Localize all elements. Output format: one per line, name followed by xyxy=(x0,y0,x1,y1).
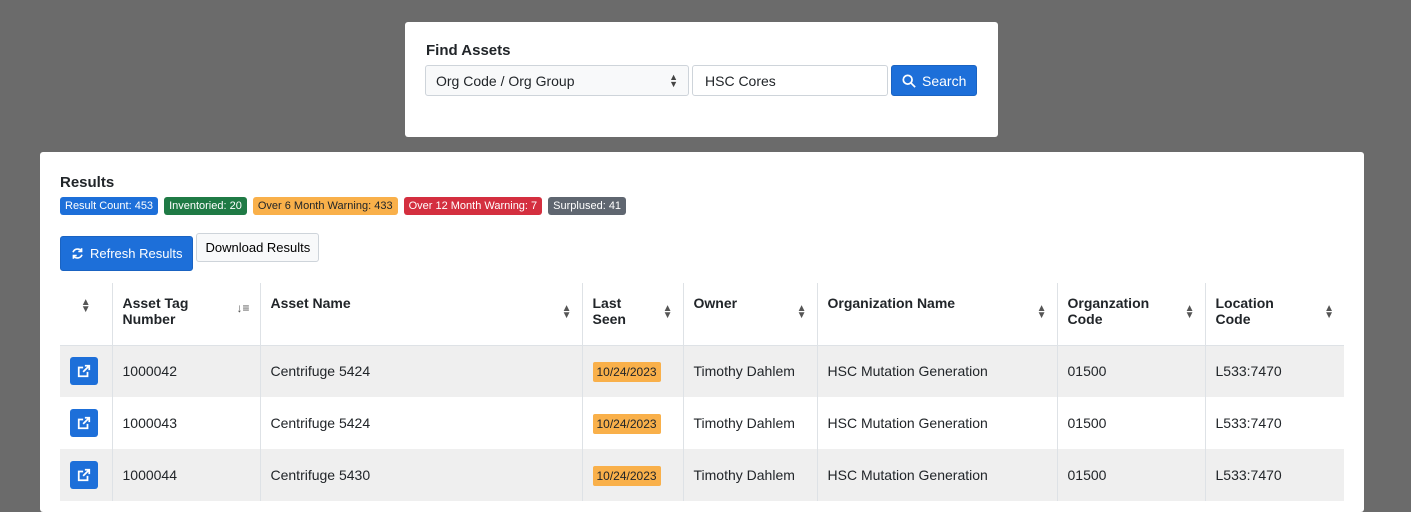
sort-icon: ▲ ▼ xyxy=(1324,303,1334,321)
search-icon xyxy=(902,73,916,88)
row-action-cell xyxy=(60,345,113,397)
location-code-header-line1: Location xyxy=(1215,295,1274,311)
sort-icon: ▲ ▼ xyxy=(662,303,673,321)
column-header-organization-name[interactable]: Organization Name ▲ ▼ xyxy=(817,283,1058,345)
download-results-button[interactable]: Download Results xyxy=(196,233,320,262)
location-code-cell: L533:7470 xyxy=(1215,467,1282,483)
owner-cell: Timothy Dahlem xyxy=(683,449,818,501)
sort-icon: ▲ ▼ xyxy=(561,303,572,321)
external-link-icon xyxy=(77,468,91,482)
last-seen-cell: 10/24/2023 xyxy=(582,345,684,397)
search-button-label: Search xyxy=(922,72,967,89)
download-results-label: Download Results xyxy=(205,240,311,255)
inventoried-badge: Inventoried: 20 xyxy=(164,197,247,215)
sort-icon: ▲ ▼ xyxy=(80,297,91,315)
column-header-last-seen[interactable]: Last Seen ▲ ▼ xyxy=(582,283,684,345)
search-button[interactable]: Search xyxy=(891,65,978,96)
search-input[interactable] xyxy=(692,65,888,96)
results-title: Results xyxy=(60,174,115,191)
refresh-results-label: Refresh Results xyxy=(90,246,183,261)
owner-cell: Timothy Dahlem xyxy=(683,345,818,397)
column-header-asset-name[interactable]: Asset Name ▲ ▼ xyxy=(260,283,583,345)
open-asset-button[interactable] xyxy=(70,409,98,437)
table-row: 1000043 Centrifuge 5424 10/24/2023 Timot… xyxy=(60,397,1344,449)
asset-tag-header-line1: Asset Tag xyxy=(122,295,189,311)
organization-code-cell: 01500 xyxy=(1057,449,1206,501)
result-count-badge: Result Count: 453 xyxy=(60,197,159,215)
sort-icon: ▲ ▼ xyxy=(1184,303,1195,321)
refresh-results-button[interactable]: Refresh Results xyxy=(60,236,194,271)
twelve-month-warning-badge: Over 12 Month Warning: 7 xyxy=(403,197,543,215)
row-action-cell xyxy=(60,397,113,449)
sort-icon: ▲ ▼ xyxy=(1036,303,1047,321)
asset-name-cell: Centrifuge 5424 xyxy=(260,397,583,449)
external-link-icon xyxy=(77,416,91,430)
results-table: ▲ ▼ Asset Tag Number ↓≡ Asset Name ▲ ▼ L… xyxy=(60,283,1344,501)
location-code-cell: L533:7470 xyxy=(1215,363,1282,380)
open-asset-button[interactable] xyxy=(70,461,98,489)
six-month-warning-badge: Over 6 Month Warning: 433 xyxy=(252,197,398,215)
organization-name-cell: HSC Mutation Generation xyxy=(817,345,1058,397)
surplused-badge: Surplused: 41 xyxy=(548,197,627,215)
row-action-cell xyxy=(60,449,113,501)
asset-tag-cell: 1000044 xyxy=(112,449,261,501)
organization-name-cell: HSC Mutation Generation xyxy=(817,397,1058,449)
external-link-icon xyxy=(77,365,91,378)
sort-ascending-icon: ↓≡ xyxy=(236,301,250,315)
column-header-owner[interactable]: Owner ▲ ▼ xyxy=(683,283,818,345)
find-assets-title: Find Assets xyxy=(426,42,511,59)
find-assets-panel: Find Assets Org Code / Org Group ▲▼ Sear… xyxy=(405,22,998,137)
asset-tag-header-line2: Number xyxy=(122,311,176,327)
last-seen-badge: 10/24/2023 xyxy=(592,362,661,383)
refresh-icon xyxy=(72,248,83,259)
asset-tag-cell: 1000043 xyxy=(112,397,261,449)
asset-name-header: Asset Name xyxy=(270,295,351,311)
last-seen-badge: 10/24/2023 xyxy=(592,466,661,486)
organization-name-cell: HSC Mutation Generation xyxy=(817,449,1058,501)
last-seen-badge: 10/24/2023 xyxy=(592,414,661,434)
table-row: 1000042 Centrifuge 5424 10/24/2023 Timot… xyxy=(60,345,1344,397)
search-type-select[interactable]: Org Code / Org Group ▲ ▼ xyxy=(425,65,689,96)
owner-header: Owner xyxy=(693,295,738,311)
last-seen-cell: 10/24/2023 xyxy=(582,449,684,501)
results-actions: Refresh Results Download Results xyxy=(60,233,1344,271)
open-asset-button[interactable] xyxy=(70,357,98,386)
last-seen-cell: 10/24/2023 xyxy=(582,397,684,449)
select-caret-icon: ▲ ▼ xyxy=(669,71,678,89)
column-header-location-code[interactable]: Location Code ▲ ▼ xyxy=(1205,283,1344,345)
organization-name-header: Organization Name xyxy=(827,295,956,311)
asset-name-cell: Centrifuge 5430 xyxy=(260,449,583,501)
organization-code-header-line2: Code xyxy=(1067,311,1103,327)
results-badges: Result Count: 453 Inventoried: 20 Over 6… xyxy=(60,197,1344,215)
results-panel: Results Result Count: 453 Inventoried: 2… xyxy=(40,152,1364,512)
column-header-asset-tag[interactable]: Asset Tag Number ↓≡ xyxy=(112,283,261,345)
location-code-cell: L533:7470 xyxy=(1215,415,1282,431)
organization-code-cell: 01500 xyxy=(1057,345,1206,397)
asset-tag-cell: 1000042 xyxy=(112,345,261,397)
table-header-row: ▲ ▼ Asset Tag Number ↓≡ Asset Name ▲ ▼ L… xyxy=(60,283,1344,345)
last-seen-header-line2: Seen xyxy=(592,311,626,327)
location-code-header-line2: Code xyxy=(1215,311,1251,327)
organization-code-header-line1: Organzation xyxy=(1067,295,1150,311)
column-header-organization-code[interactable]: Organzation Code ▲ ▼ xyxy=(1057,283,1206,345)
sort-icon: ▲ ▼ xyxy=(796,303,807,321)
last-seen-header-line1: Last xyxy=(592,295,622,311)
owner-cell: Timothy Dahlem xyxy=(683,397,818,449)
column-header-actions[interactable]: ▲ ▼ xyxy=(60,283,113,345)
asset-name-cell: Centrifuge 5424 xyxy=(260,345,583,397)
search-type-value: Org Code / Org Group xyxy=(436,72,575,89)
search-row: Org Code / Org Group ▲▼ Search xyxy=(425,65,978,96)
table-row: 1000044 Centrifuge 5430 10/24/2023 Timot… xyxy=(60,449,1344,501)
organization-code-cell: 01500 xyxy=(1057,397,1206,449)
